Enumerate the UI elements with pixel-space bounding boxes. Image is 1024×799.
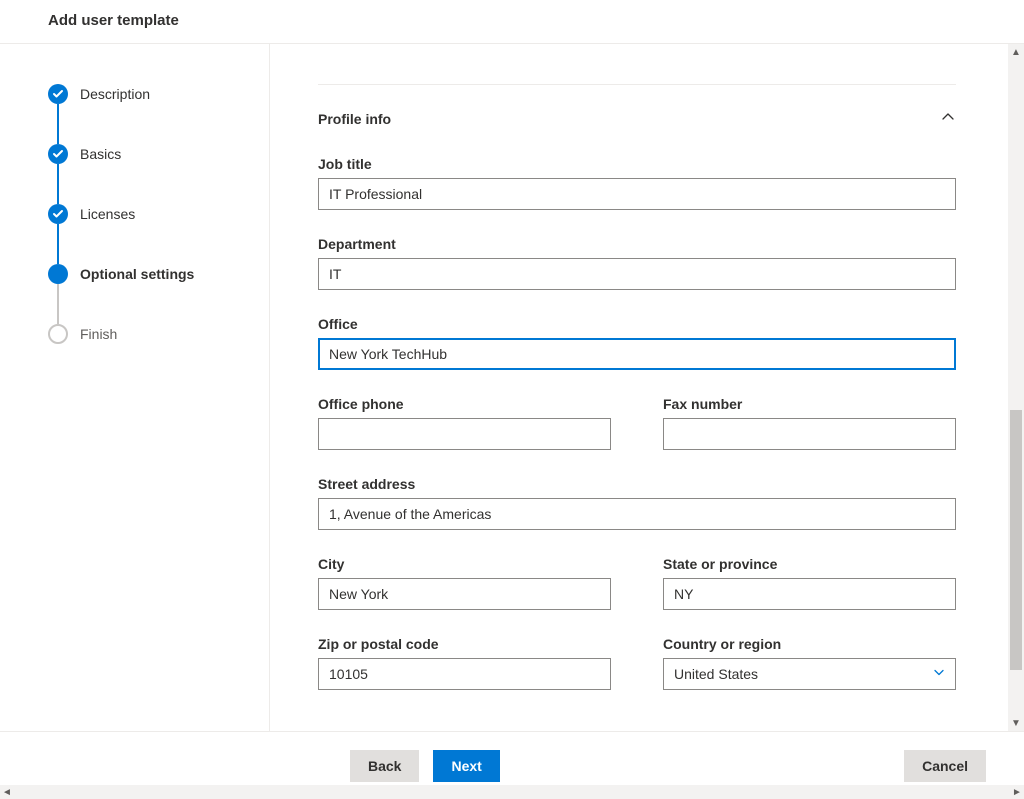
state-input[interactable]	[663, 578, 956, 610]
vertical-scrollbar[interactable]: ▲ ▼	[1008, 44, 1024, 731]
office-label: Office	[318, 316, 956, 332]
street-address-label: Street address	[318, 476, 956, 492]
cancel-button[interactable]: Cancel	[904, 750, 986, 782]
office-phone-label: Office phone	[318, 396, 611, 412]
country-label: Country or region	[663, 636, 956, 652]
fax-number-input[interactable]	[663, 418, 956, 450]
checkmark-icon	[48, 144, 68, 164]
step-description[interactable]: Description	[48, 84, 269, 104]
scroll-left-icon[interactable]: ◄	[0, 785, 14, 799]
current-step-icon	[48, 264, 68, 284]
step-label: Finish	[80, 326, 117, 342]
department-label: Department	[318, 236, 956, 252]
scrollbar-thumb[interactable]	[1010, 410, 1022, 670]
step-optional-settings[interactable]: Optional settings	[48, 264, 269, 284]
office-input[interactable]	[318, 338, 956, 370]
scroll-right-icon[interactable]: ►	[1010, 785, 1024, 799]
page-title-text: Add user template	[48, 12, 179, 29]
step-licenses[interactable]: Licenses	[48, 204, 269, 224]
state-label: State or province	[663, 556, 956, 572]
scroll-down-icon[interactable]: ▼	[1008, 715, 1024, 731]
zip-input[interactable]	[318, 658, 611, 690]
wizard-sidebar: Description Basics Licenses	[0, 44, 270, 731]
step-finish[interactable]: Finish	[48, 324, 269, 344]
fax-number-label: Fax number	[663, 396, 956, 412]
section-divider	[318, 84, 956, 85]
step-label: Basics	[80, 146, 121, 162]
scroll-up-icon[interactable]: ▲	[1008, 44, 1024, 60]
office-phone-input[interactable]	[318, 418, 611, 450]
page-title: Add user template	[0, 0, 1024, 44]
job-title-input[interactable]	[318, 178, 956, 210]
zip-label: Zip or postal code	[318, 636, 611, 652]
step-label: Licenses	[80, 206, 135, 222]
city-label: City	[318, 556, 611, 572]
checkmark-icon	[48, 204, 68, 224]
section-profile-info[interactable]: Profile info	[318, 109, 956, 128]
street-address-input[interactable]	[318, 498, 956, 530]
back-button[interactable]: Back	[350, 750, 419, 782]
department-input[interactable]	[318, 258, 956, 290]
city-input[interactable]	[318, 578, 611, 610]
section-title: Profile info	[318, 111, 391, 127]
pending-step-icon	[48, 324, 68, 344]
country-select[interactable]	[663, 658, 956, 690]
step-label: Optional settings	[80, 266, 194, 282]
job-title-label: Job title	[318, 156, 956, 172]
checkmark-icon	[48, 84, 68, 104]
step-label: Description	[80, 86, 150, 102]
step-basics[interactable]: Basics	[48, 144, 269, 164]
horizontal-scrollbar[interactable]: ◄ ►	[0, 785, 1024, 799]
chevron-up-icon	[940, 109, 956, 128]
next-button[interactable]: Next	[433, 750, 499, 782]
